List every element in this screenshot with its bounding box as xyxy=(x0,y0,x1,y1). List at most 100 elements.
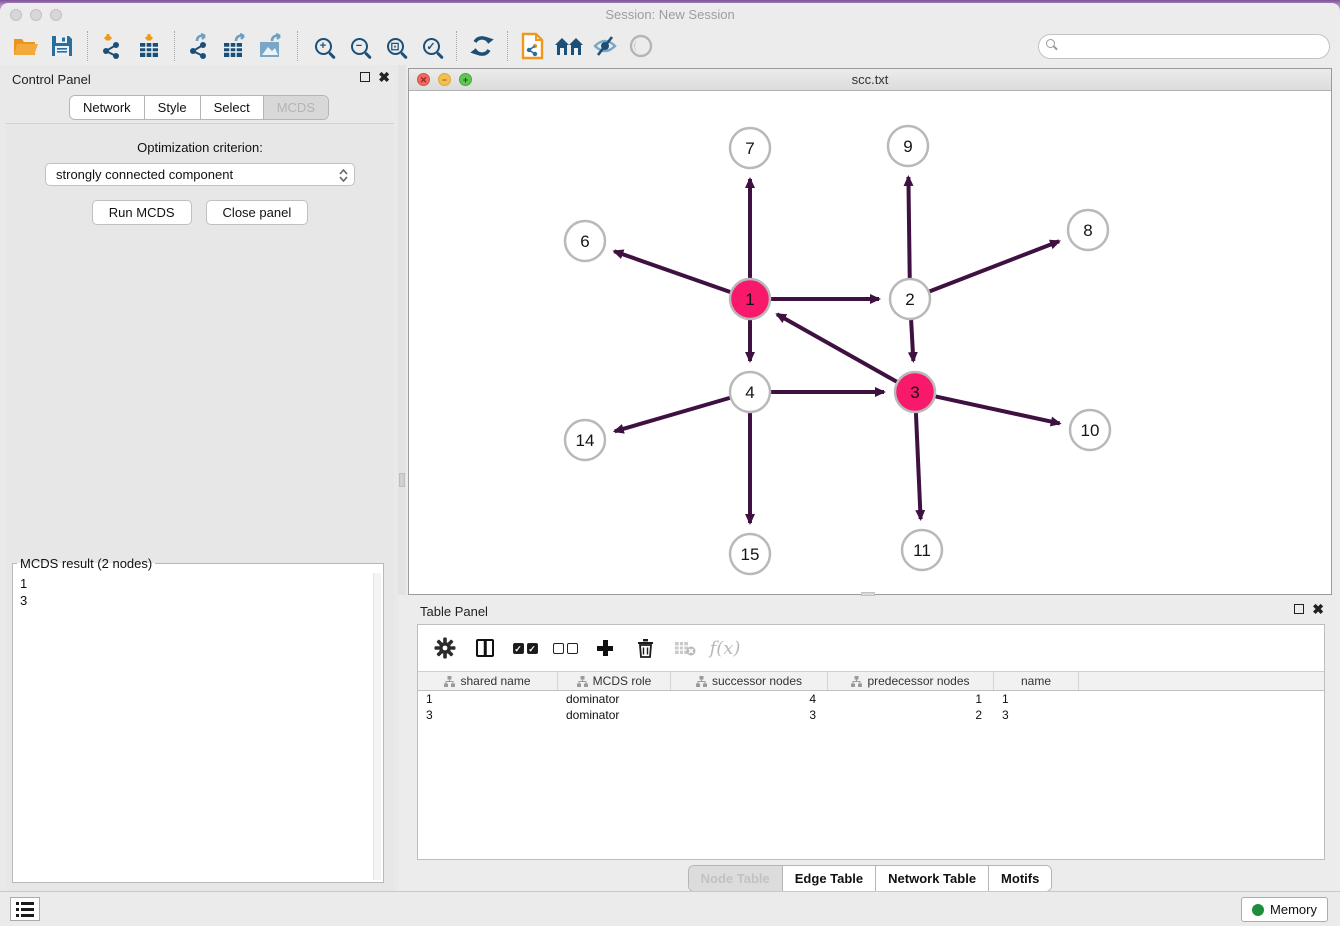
node-8[interactable]: 8 xyxy=(1068,210,1108,250)
refresh-view-button[interactable] xyxy=(464,30,500,62)
select-all-columns-button[interactable]: ✓✓ xyxy=(512,635,538,661)
panel-splitter[interactable] xyxy=(398,65,406,595)
create-network-from-selection-button[interactable] xyxy=(515,30,551,62)
maximize-network-icon[interactable]: + xyxy=(459,73,472,86)
edge-3-1[interactable] xyxy=(777,314,897,381)
node-2[interactable]: 2 xyxy=(890,279,930,319)
zoom-in-icon: + xyxy=(315,38,332,55)
node-3[interactable]: 3 xyxy=(895,372,935,412)
column-label: MCDS role xyxy=(593,674,652,688)
minimize-window-icon[interactable] xyxy=(30,9,42,21)
table-cell[interactable]: dominator xyxy=(558,707,671,723)
close-network-icon[interactable]: ✕ xyxy=(417,73,430,86)
node-10[interactable]: 10 xyxy=(1070,410,1110,450)
save-session-button[interactable] xyxy=(44,30,80,62)
result-scrollbar[interactable] xyxy=(373,573,381,880)
splitter-grip[interactable] xyxy=(399,473,405,487)
tab-edge-table[interactable]: Edge Table xyxy=(783,866,876,891)
tab-node-table[interactable]: Node Table xyxy=(689,866,783,891)
eye-slash-icon xyxy=(592,34,618,58)
close-table-panel-icon[interactable]: ✖ xyxy=(1312,601,1324,618)
export-network-button[interactable] xyxy=(182,30,218,62)
add-column-button[interactable] xyxy=(592,635,618,661)
export-image-button[interactable] xyxy=(254,30,290,62)
first-neighbors-button[interactable] xyxy=(551,30,587,62)
control-panel-tabs: NetworkStyleSelectMCDS xyxy=(69,95,329,120)
node-9[interactable]: 9 xyxy=(888,126,928,166)
network-window-titlebar[interactable]: ✕ − + scc.txt xyxy=(409,69,1331,91)
function-builder-button[interactable]: f(x) xyxy=(712,635,738,661)
float-panel-icon[interactable] xyxy=(360,72,370,82)
node-4[interactable]: 4 xyxy=(730,372,770,412)
tab-mcds[interactable]: MCDS xyxy=(264,96,328,119)
delete-column-button[interactable] xyxy=(632,635,658,661)
column-header-shared-name[interactable]: shared name xyxy=(418,672,558,690)
node-14[interactable]: 14 xyxy=(565,420,605,460)
float-table-panel-icon[interactable] xyxy=(1294,604,1304,614)
deselect-all-columns-button[interactable] xyxy=(552,635,578,661)
control-panel: Control Panel ✖ NetworkStyleSelectMCDS O… xyxy=(0,65,398,891)
zoom-in-button[interactable]: + xyxy=(305,30,341,62)
edge-2-9[interactable] xyxy=(908,177,909,278)
table-cell[interactable]: 1 xyxy=(418,691,558,707)
close-window-icon[interactable] xyxy=(10,9,22,21)
close-panel-button[interactable]: Close panel xyxy=(206,200,309,225)
memory-status-icon xyxy=(1252,904,1264,916)
maximize-window-icon[interactable] xyxy=(50,9,62,21)
table-cell[interactable]: dominator xyxy=(558,691,671,707)
edge-3-10[interactable] xyxy=(936,396,1060,423)
open-session-button[interactable] xyxy=(8,30,44,62)
zoom-fit-button[interactable]: ⊡ xyxy=(377,30,413,62)
criterion-select[interactable]: strongly connected component xyxy=(45,163,355,186)
column-header-name[interactable]: name xyxy=(994,672,1079,690)
table-cell[interactable]: 2 xyxy=(828,707,994,723)
delete-table-button[interactable] xyxy=(672,635,698,661)
table-cell[interactable]: 1 xyxy=(994,691,1079,707)
close-panel-icon[interactable]: ✖ xyxy=(378,69,390,86)
network-resize-grip[interactable] xyxy=(861,592,875,596)
table-cell[interactable]: 3 xyxy=(418,707,558,723)
birds-eye-view-button[interactable] xyxy=(623,30,659,62)
column-header-successor-nodes[interactable]: successor nodes xyxy=(671,672,828,690)
tab-network-table[interactable]: Network Table xyxy=(876,866,989,891)
edge-2-3[interactable] xyxy=(911,320,913,361)
node-6[interactable]: 6 xyxy=(565,221,605,261)
tab-select[interactable]: Select xyxy=(201,96,264,119)
edge-4-14[interactable] xyxy=(615,398,730,431)
settings-gear-button[interactable] xyxy=(432,635,458,661)
edge-3-11[interactable] xyxy=(916,413,921,519)
node-1[interactable]: 1 xyxy=(730,279,770,319)
zoom-selected-button[interactable]: ✓ xyxy=(413,30,449,62)
show-hide-details-button[interactable] xyxy=(587,30,623,62)
column-label: predecessor nodes xyxy=(867,674,969,688)
node-11[interactable]: 11 xyxy=(902,530,942,570)
network-canvas[interactable]: 7 9 6 8 1 2 4 3 14 10 15 11 xyxy=(409,91,1331,594)
import-network-button[interactable] xyxy=(95,30,131,62)
edge-2-8[interactable] xyxy=(930,241,1060,291)
minimize-network-icon[interactable]: − xyxy=(438,73,451,86)
split-panel-button[interactable] xyxy=(472,635,498,661)
node-15[interactable]: 15 xyxy=(730,534,770,574)
column-header-MCDS-role[interactable]: MCDS role xyxy=(558,672,671,690)
memory-button[interactable]: Memory xyxy=(1241,897,1328,922)
edge-1-6[interactable] xyxy=(614,251,730,292)
zoom-out-button[interactable]: − xyxy=(341,30,377,62)
tab-motifs[interactable]: Motifs xyxy=(989,866,1051,891)
table-cell[interactable]: 4 xyxy=(671,691,828,707)
criterion-value: strongly connected component xyxy=(56,167,233,182)
table-cell[interactable]: 1 xyxy=(828,691,994,707)
node-7[interactable]: 7 xyxy=(730,128,770,168)
task-history-button[interactable] xyxy=(10,897,40,921)
table-row[interactable]: 1dominator411 xyxy=(418,691,1324,707)
table-cell[interactable]: 3 xyxy=(671,707,828,723)
run-mcds-button[interactable]: Run MCDS xyxy=(92,200,192,225)
table-cell[interactable]: 3 xyxy=(994,707,1079,723)
search-input[interactable] xyxy=(1038,34,1330,59)
window-controls[interactable] xyxy=(10,9,62,21)
table-row[interactable]: 3dominator323 xyxy=(418,707,1324,723)
column-header-predecessor-nodes[interactable]: predecessor nodes xyxy=(828,672,994,690)
tab-network[interactable]: Network xyxy=(70,96,145,119)
tab-style[interactable]: Style xyxy=(145,96,201,119)
import-table-button[interactable] xyxy=(131,30,167,62)
export-table-button[interactable] xyxy=(218,30,254,62)
